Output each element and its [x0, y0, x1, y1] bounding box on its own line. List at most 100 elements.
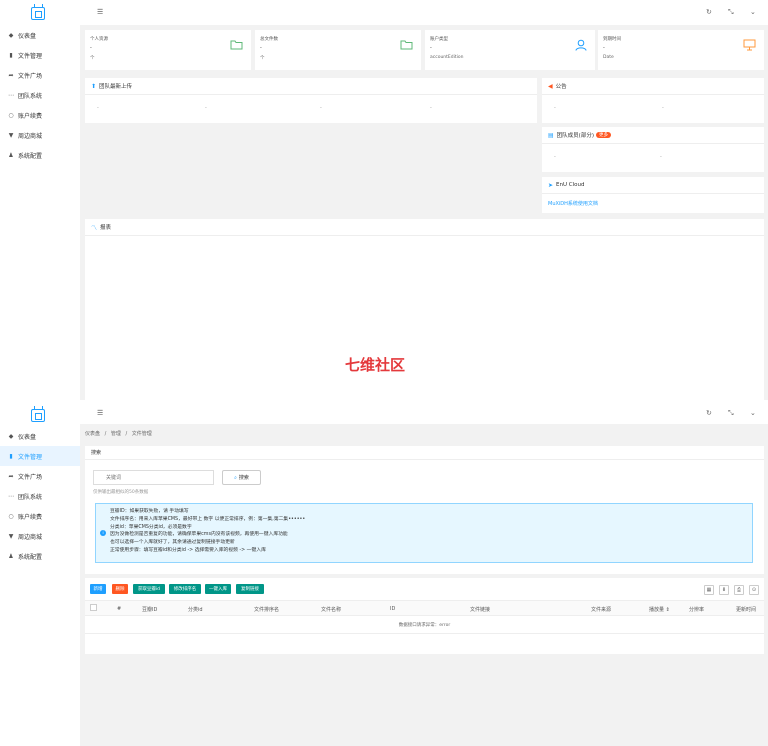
sidebar-item-dashboard[interactable]: ◆ 仪表盘: [0, 25, 80, 45]
menu-toggle-icon[interactable]: ☰: [97, 409, 103, 417]
breadcrumb: 仪表盘 / 管理 / 文件管理: [85, 431, 152, 437]
column-header[interactable]: 文件排序名: [254, 606, 279, 613]
search-button[interactable]: ⌕ 搜索: [222, 470, 261, 485]
fullscreen-icon[interactable]: ⤡: [728, 8, 734, 17]
column-header[interactable]: 分辨率: [689, 606, 704, 613]
sidebar-item-label: 仪表盘: [18, 433, 37, 441]
recent-uploads-card: ⬆ 团队最新上传 - - - -: [85, 78, 537, 123]
stat-title: 总文件数: [260, 37, 278, 42]
refresh-icon[interactable]: ↻: [706, 8, 712, 16]
refresh-icon[interactable]: ↻: [706, 409, 712, 417]
sidebar-item-shop[interactable]: ▼ 周边商城: [0, 526, 80, 546]
search-hint: 仅供输出最相似的50条数据: [93, 490, 149, 495]
sidebar-item-settings[interactable]: ♟ 系统配置: [0, 546, 80, 566]
search-input[interactable]: [93, 470, 214, 485]
sidebar-item-settings[interactable]: ♟ 系统配置: [0, 145, 80, 165]
edit-sort-name-button[interactable]: 修改排序名: [169, 584, 201, 594]
top-header: ☰ ↻ ⤡ ⌄: [80, 400, 768, 424]
watermark: 七维社区: [345, 356, 406, 374]
column-header[interactable]: 更新时间: [736, 606, 756, 613]
menu-toggle-icon[interactable]: ☰: [97, 8, 103, 16]
sidebar-item-renew[interactable]: ○ 账户续费: [0, 105, 80, 125]
column-header[interactable]: 文件链接: [470, 606, 490, 613]
placeholder-value: -: [205, 105, 207, 111]
logo-icon[interactable]: [31, 4, 45, 20]
export-icon[interactable]: ⬇: [719, 585, 729, 595]
add-button[interactable]: 新增: [90, 584, 106, 594]
more-badge[interactable]: 更多: [595, 132, 611, 138]
folder-icon: [230, 40, 243, 50]
cart-icon: ▼: [8, 532, 14, 540]
card-header: ➤ EnU Cloud: [542, 177, 764, 194]
columns-filter-icon[interactable]: ▦: [704, 585, 714, 595]
one-click-import-button[interactable]: 一键入库: [205, 584, 231, 594]
sidebar-item-label: 仪表盘: [18, 32, 37, 40]
docs-link[interactable]: MuXiDH系统使用文档: [548, 200, 598, 207]
info-line: 因为没做检测是否重复的功能，请确保苹果cms内没有该视频，再使用一键入库功能: [110, 532, 288, 538]
card-title: EnU Cloud: [556, 182, 585, 188]
sidebar-item-label: 文件管理: [18, 453, 43, 461]
rocket-icon: ⬆: [91, 82, 97, 90]
fullscreen-icon[interactable]: ⤡: [728, 409, 734, 418]
cart-icon: ▼: [8, 131, 14, 139]
stat-card-account-type: 账户类型 - accountEdition: [425, 30, 595, 70]
column-header[interactable]: 文件名称: [321, 606, 341, 613]
dashboard-icon: ◆: [8, 432, 14, 440]
sidebar-item-shop[interactable]: ▼ 周边商城: [0, 125, 80, 145]
column-header: #: [117, 606, 122, 612]
info-line: 分类id：苹果CMS分类id，必须是数字: [110, 524, 192, 530]
placeholder-value: -: [320, 105, 322, 111]
column-header[interactable]: ID: [390, 606, 395, 612]
sidebar-item-label: 账户续费: [18, 112, 43, 120]
file-icon: ▮: [9, 51, 13, 59]
sidebar-item-renew[interactable]: ○ 账户续费: [0, 506, 80, 526]
card-title: 公告: [555, 84, 567, 90]
ellipsis-icon: ⋯: [8, 492, 14, 500]
stat-unit: 个: [260, 56, 265, 61]
select-all-checkbox[interactable]: [90, 604, 97, 611]
placeholder-value: -: [662, 105, 664, 111]
copy-link-button[interactable]: 复制链接: [236, 584, 264, 594]
column-header[interactable]: 分类id: [188, 606, 203, 613]
sidebar-item-file-square[interactable]: ➦ 文件广场: [0, 65, 80, 85]
notice-card: ◀ 公告 - -: [542, 78, 764, 123]
placeholder-value: -: [430, 105, 432, 111]
top-header: ☰ ↻ ⤡ ⌄: [80, 0, 768, 25]
paper-plane-icon: ➤: [548, 181, 554, 189]
sidebar: ◆ 仪表盘 ▮ 文件管理 ➦ 文件广场 ⋯ 团队系统 ○ 账户续费 ▼ 周边商城 ♟ 系统配置: [0, 400, 80, 746]
info-icon: i: [100, 530, 106, 536]
sidebar-item-label: 文件广场: [18, 473, 43, 481]
column-header[interactable]: 播放量 ⇕: [649, 606, 670, 613]
column-header[interactable]: 豆瓣ID: [142, 606, 157, 613]
logo-icon[interactable]: [31, 406, 45, 422]
user-icon: ♟: [8, 552, 14, 560]
stat-unit: accountEdition: [430, 55, 464, 60]
more-icon[interactable]: ⌄: [750, 409, 756, 417]
sidebar-item-label: 系统配置: [18, 152, 43, 160]
delete-button[interactable]: 删除: [112, 584, 128, 594]
stat-title: 账户类型: [430, 37, 448, 42]
info-line: 正常使用步骤：填写豆瓣id和分类id -> 选择需要入库的视频 -> 一键入库: [110, 547, 266, 553]
breadcrumb-item[interactable]: 管理: [111, 431, 121, 437]
more-icon[interactable]: ⌄: [750, 8, 756, 16]
sidebar-item-label: 账户续费: [18, 513, 43, 521]
print-icon[interactable]: ⎙: [734, 585, 744, 595]
file-icon: ▮: [9, 452, 13, 460]
card-header: ⬆ 团队最新上传: [85, 78, 537, 95]
ellipsis-icon: ⋯: [8, 91, 14, 99]
section-title: 搜索: [91, 450, 102, 456]
info-line: 豆瓣ID：如果获取失败，请 手动填写: [110, 509, 189, 514]
stat-card-personal-resources: 个人资源 - 个: [85, 30, 251, 70]
sidebar-item-team[interactable]: ⋯ 团队系统: [0, 486, 80, 506]
get-douban-id-button[interactable]: 获取豆瓣id: [133, 584, 165, 594]
sidebar-item-file-square[interactable]: ➦ 文件广场: [0, 466, 80, 486]
column-header[interactable]: 文件来源: [591, 606, 611, 613]
breadcrumb-item[interactable]: 仪表盘: [85, 431, 100, 437]
card-header: ▤ 团队成员(部分) 更多: [542, 127, 764, 144]
sidebar-item-dashboard[interactable]: ◆ 仪表盘: [0, 426, 80, 446]
sidebar-item-files[interactable]: ▮ 文件管理: [0, 446, 80, 466]
sidebar-item-files[interactable]: ▮ 文件管理: [0, 45, 80, 65]
cloud-card: ➤ EnU Cloud MuXiDH系统使用文档: [542, 177, 764, 213]
sidebar-item-team[interactable]: ⋯ 团队系统: [0, 85, 80, 105]
search-toggle-icon[interactable]: ⊙: [749, 585, 759, 595]
